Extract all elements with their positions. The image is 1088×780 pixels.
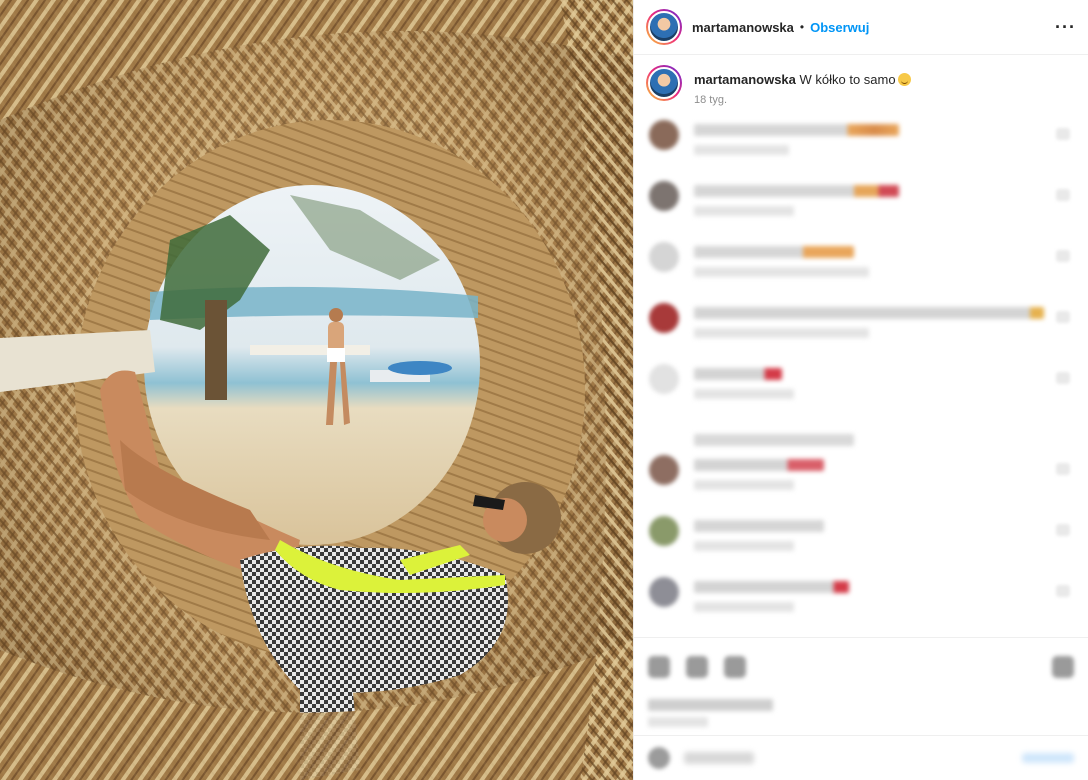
comment-meta bbox=[694, 602, 794, 612]
list-item bbox=[646, 364, 1076, 425]
view-replies-button[interactable] bbox=[646, 425, 1076, 455]
more-options-icon[interactable]: ··· bbox=[1055, 17, 1076, 38]
follow-button[interactable]: Obserwuj bbox=[810, 20, 869, 35]
heart-icon[interactable] bbox=[1056, 250, 1070, 262]
heart-icon[interactable] bbox=[1056, 372, 1070, 384]
photo-image bbox=[0, 0, 633, 780]
comment-meta bbox=[694, 541, 794, 551]
comment-text bbox=[694, 581, 849, 593]
comment-text bbox=[694, 124, 899, 136]
comment-meta bbox=[694, 328, 869, 338]
add-comment-bar bbox=[634, 735, 1088, 780]
author-avatar[interactable] bbox=[646, 9, 682, 45]
avatar[interactable] bbox=[649, 181, 679, 211]
heart-icon[interactable] bbox=[1056, 189, 1070, 201]
comment-meta bbox=[694, 145, 789, 155]
heart-icon[interactable] bbox=[1056, 585, 1070, 597]
avatar[interactable] bbox=[649, 516, 679, 546]
heart-icon[interactable] bbox=[1056, 524, 1070, 536]
avatar[interactable] bbox=[649, 577, 679, 607]
heart-icon[interactable] bbox=[1056, 311, 1070, 323]
avatar[interactable] bbox=[649, 364, 679, 394]
avatar[interactable] bbox=[649, 120, 679, 150]
list-item bbox=[646, 181, 1076, 242]
caption: martamanowska W kółko to samo 18 tyg. bbox=[646, 65, 1076, 106]
likes-count[interactable] bbox=[648, 699, 773, 711]
author-username[interactable]: martamanowska bbox=[692, 20, 794, 35]
share-icon[interactable] bbox=[724, 655, 746, 678]
post-sidebar: martamanowska • Obserwuj ··· martamanows… bbox=[633, 0, 1088, 780]
avatar[interactable] bbox=[649, 303, 679, 333]
avatar[interactable] bbox=[649, 242, 679, 272]
separator-dot: • bbox=[799, 20, 805, 34]
list-item bbox=[646, 303, 1076, 364]
comment-meta bbox=[694, 389, 794, 399]
comment-text bbox=[694, 307, 1044, 319]
heart-icon[interactable] bbox=[1056, 463, 1070, 475]
heart-icon[interactable] bbox=[648, 655, 670, 678]
post-actions bbox=[634, 637, 1088, 695]
likes-section bbox=[634, 695, 1088, 735]
caption-avatar[interactable] bbox=[646, 65, 682, 101]
bookmark-icon[interactable] bbox=[1052, 655, 1074, 678]
comment-text bbox=[694, 459, 824, 471]
caption-text: W kółko to samo bbox=[799, 72, 896, 87]
caption-username[interactable]: martamanowska bbox=[694, 72, 796, 87]
comment-meta bbox=[694, 480, 794, 490]
comment-meta bbox=[694, 267, 869, 277]
list-item bbox=[646, 516, 1076, 577]
comment-text bbox=[694, 368, 782, 380]
comment-icon[interactable] bbox=[686, 655, 708, 678]
list-item bbox=[646, 577, 1076, 637]
comment-meta bbox=[694, 206, 794, 216]
emoji-icon[interactable] bbox=[648, 747, 670, 769]
comment-text bbox=[694, 185, 899, 197]
comment-text bbox=[694, 520, 824, 532]
caption-time[interactable]: 18 tyg. bbox=[694, 94, 911, 106]
post-photo[interactable] bbox=[0, 0, 633, 780]
list-item bbox=[646, 455, 1076, 516]
comments-list[interactable]: martamanowska W kółko to samo 18 tyg. bbox=[634, 55, 1088, 637]
comment-text bbox=[694, 246, 854, 258]
post-date bbox=[648, 717, 708, 727]
post-comment-button[interactable] bbox=[1022, 753, 1074, 763]
list-item bbox=[646, 120, 1076, 181]
avatar[interactable] bbox=[649, 455, 679, 485]
list-item bbox=[646, 242, 1076, 303]
post-viewer: martamanowska • Obserwuj ··· martamanows… bbox=[0, 0, 1088, 780]
post-header: martamanowska • Obserwuj ··· bbox=[634, 0, 1088, 55]
upside-down-face-icon bbox=[897, 73, 911, 86]
comment-input[interactable] bbox=[684, 752, 754, 764]
heart-icon[interactable] bbox=[1056, 128, 1070, 140]
